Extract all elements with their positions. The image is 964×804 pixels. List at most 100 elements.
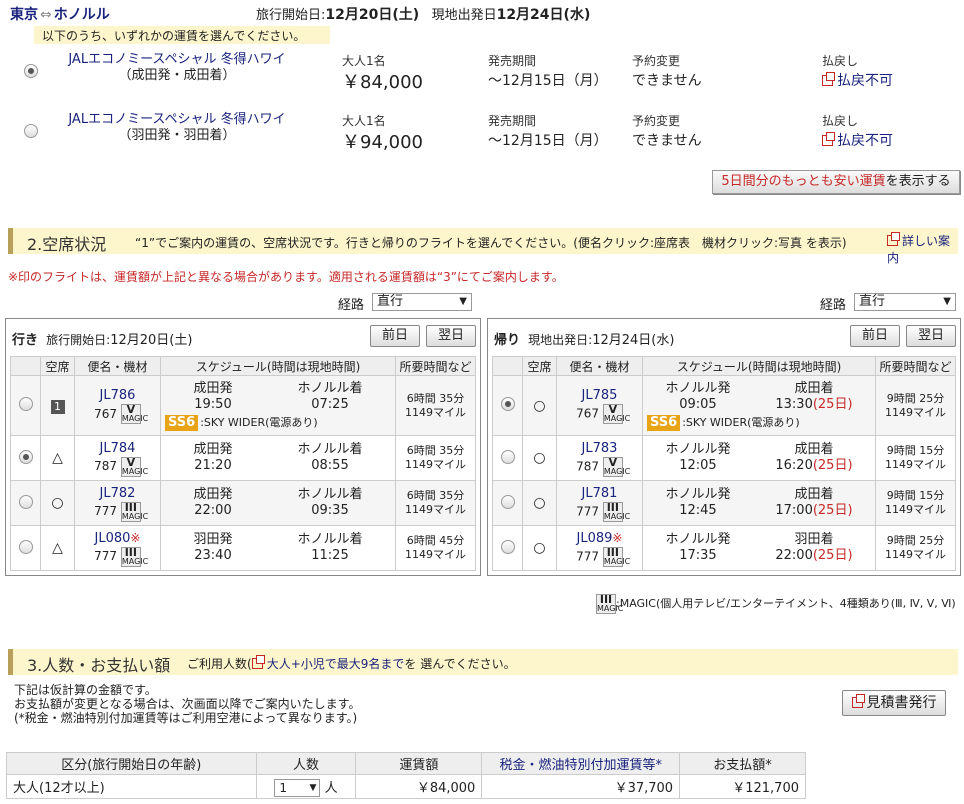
return-next-day-button[interactable]: 翌日 bbox=[906, 325, 956, 347]
table-row: △ JL784 787 V MAGIC 成田発 21:20 ホノルル着 08:55 6… bbox=[10, 435, 476, 481]
magic-icon: III MAGIC bbox=[120, 545, 149, 567]
section-2-header: 2.空席状況 “1”でご案内の運賃の、空席状況です。行きと帰りのフライトを選んで… bbox=[8, 228, 958, 265]
aircraft-type-link[interactable]: 777 bbox=[94, 504, 117, 518]
flight-miles: 1149マイル bbox=[885, 548, 946, 561]
table-row: ○ JL782 777 III MAGIC 成田発 22:00 ホノルル着 09:35… bbox=[10, 480, 476, 526]
price-total: ￥121,700 bbox=[679, 774, 806, 799]
aircraft-type-link[interactable]: 787 bbox=[576, 459, 599, 473]
route-select-return[interactable]: 直行 ▼ bbox=[854, 293, 956, 311]
fare-radio[interactable] bbox=[24, 124, 38, 138]
departure-time: 12:45 bbox=[679, 503, 717, 518]
detail-link[interactable]: 詳しい案内 bbox=[887, 232, 958, 266]
arrival-time: 16:20 bbox=[775, 458, 813, 473]
flight-radio[interactable] bbox=[500, 397, 515, 411]
fare-title[interactable]: JALエコノミースペシャル 冬得ハワイ bbox=[62, 52, 292, 68]
flight-miles: 1149マイル bbox=[405, 548, 466, 561]
flight-radio[interactable] bbox=[18, 397, 33, 411]
flight-radio[interactable] bbox=[500, 449, 515, 464]
flight-number-link[interactable]: JL783 bbox=[582, 441, 618, 456]
duration-cell: 6時間 45分 1149マイル bbox=[395, 525, 476, 571]
departure-time: 22:00 bbox=[194, 503, 232, 518]
passenger-count-cell: 1 ▼ 人 bbox=[255, 774, 357, 799]
seat-status: ○ bbox=[522, 375, 557, 436]
aircraft-type-link[interactable]: 767 bbox=[94, 407, 117, 421]
arrival: ホノルル着 11:25 bbox=[297, 532, 362, 564]
flight-number-link[interactable]: JL786 bbox=[100, 388, 136, 403]
fare-refund-link[interactable]: 払戻不可 bbox=[822, 70, 893, 90]
arrival-day-note: (25日) bbox=[812, 458, 853, 473]
arrival-time: 11:25 bbox=[311, 548, 349, 563]
duration-cell: 6時間 35分 1149マイル bbox=[395, 480, 476, 526]
outbound-next-day-button[interactable]: 翌日 bbox=[426, 325, 476, 347]
return-label: 帰り bbox=[494, 333, 521, 348]
show-cheapest-5days-button[interactable]: 5日間分のもっとも安い運賃を表示する bbox=[712, 170, 960, 194]
route-select-outbound[interactable]: 直行 ▼ bbox=[372, 293, 472, 311]
quote-issue-button[interactable]: 見積書発行 bbox=[842, 690, 946, 716]
flight-number-link[interactable]: JL785 bbox=[582, 388, 618, 403]
flight-number-link[interactable]: JL781 bbox=[582, 486, 618, 501]
flight-radio[interactable] bbox=[18, 539, 33, 554]
price-header-total: お支払額* bbox=[679, 752, 806, 775]
outbound-prev-day-button[interactable]: 前日 bbox=[370, 325, 420, 347]
price-notes: 下記は仮計算の金額です。 お支払額が変更となる場合は、次画面以降でご案内いたしま… bbox=[14, 683, 360, 725]
aircraft-type-link[interactable]: 787 bbox=[94, 459, 117, 473]
aircraft-type-link[interactable]: 777 bbox=[576, 504, 599, 518]
fare-price: ￥84,000 bbox=[342, 72, 423, 93]
price-fare: ￥84,000 bbox=[355, 774, 483, 799]
flight-radio[interactable] bbox=[18, 494, 33, 509]
arrival-airport: 羽田着 bbox=[794, 532, 834, 547]
fare-sale-label: 発売期間 bbox=[488, 114, 537, 128]
flight-radio[interactable] bbox=[500, 539, 515, 554]
price-header-category: 区分(旅行開始日の年齢) bbox=[6, 752, 257, 775]
fare-price: ￥94,000 bbox=[342, 132, 423, 153]
fare-refund-link[interactable]: 払戻不可 bbox=[822, 130, 893, 150]
flight-number-link[interactable]: JL784 bbox=[100, 441, 136, 456]
flight-radio[interactable] bbox=[500, 494, 515, 509]
flight-number-link[interactable]: JL782 bbox=[100, 486, 136, 501]
magic-note-text: :MAGIC(個人用テレビ/エンターテイメント、4種類あり(Ⅲ, Ⅳ, Ⅴ, Ⅵ… bbox=[616, 597, 956, 610]
outbound-label: 行き bbox=[12, 333, 39, 348]
start-date-label: 旅行開始日: bbox=[256, 8, 326, 23]
seat-availability-icon: △ bbox=[52, 450, 63, 466]
flight-miles: 1149マイル bbox=[885, 405, 946, 419]
flight-radio-cell bbox=[492, 480, 523, 526]
fare-airport: （羽田発・羽田着） bbox=[118, 128, 236, 143]
start-date: 12月20日(土) bbox=[325, 7, 420, 23]
aircraft-type-link[interactable]: 777 bbox=[576, 549, 599, 563]
arrival: 成田着 13:30(25日) bbox=[775, 381, 852, 413]
price-note-2: お支払額が変更となる場合は、次画面以降でご案内いたします。 bbox=[14, 697, 361, 711]
fare-refund-label: 払戻し bbox=[822, 114, 859, 128]
arrival-day-note: (25日) bbox=[812, 503, 853, 518]
magic-version: V bbox=[608, 403, 618, 416]
col-flight: 便名・機材 bbox=[74, 356, 161, 376]
aircraft-type-link[interactable]: 767 bbox=[576, 407, 599, 421]
table-row: 1 JL786 767 V MAGIC 成田発 19:50 ホノルル着 07:25 S… bbox=[10, 375, 476, 436]
return-date: 12月24日(水) bbox=[592, 333, 675, 348]
fare-radio[interactable] bbox=[24, 64, 38, 78]
col-select bbox=[492, 356, 523, 376]
max-passengers-link[interactable]: 大人+小児で最大9名まで bbox=[267, 657, 405, 671]
return-prev-day-button[interactable]: 前日 bbox=[850, 325, 900, 347]
prev-day-label: 前日 bbox=[861, 328, 888, 343]
flight-number-link[interactable]: JL080 bbox=[95, 531, 131, 546]
ss6-badge: SS6 bbox=[647, 414, 681, 431]
arrival: ホノルル着 07:25 bbox=[297, 381, 362, 413]
passenger-count-select[interactable]: 1 ▼ bbox=[274, 778, 321, 797]
departure: ホノルル発 12:05 bbox=[665, 442, 730, 474]
fare-title[interactable]: JALエコノミースペシャル 冬得ハワイ bbox=[62, 112, 292, 128]
flight-radio-cell bbox=[492, 375, 523, 436]
passenger-count-value: 1 bbox=[279, 780, 288, 795]
fare-diff-mark: ※ bbox=[612, 530, 623, 545]
fare-sale-period: ～12月15日（月） bbox=[488, 133, 608, 149]
fare-change-label: 予約変更 bbox=[632, 114, 681, 128]
cheap-button-rest: を表示する bbox=[885, 174, 951, 189]
return-flight-table: 空席 便名・機材 スケジュール(時間は現地時間) 所要時間など ○ JL785 … bbox=[492, 356, 956, 571]
departure-airport: ホノルル発 bbox=[665, 532, 731, 547]
flight-number-link[interactable]: JL089 bbox=[577, 531, 613, 546]
flight-miles: 1149マイル bbox=[405, 503, 466, 516]
aircraft-type-link[interactable]: 777 bbox=[94, 549, 117, 563]
seat-count-badge: 1 bbox=[50, 399, 65, 414]
price-header-tax[interactable]: 税金・燃油特別付加運賃等* bbox=[481, 752, 681, 775]
flight-radio[interactable] bbox=[18, 449, 33, 464]
fare-change-label: 予約変更 bbox=[632, 54, 681, 68]
